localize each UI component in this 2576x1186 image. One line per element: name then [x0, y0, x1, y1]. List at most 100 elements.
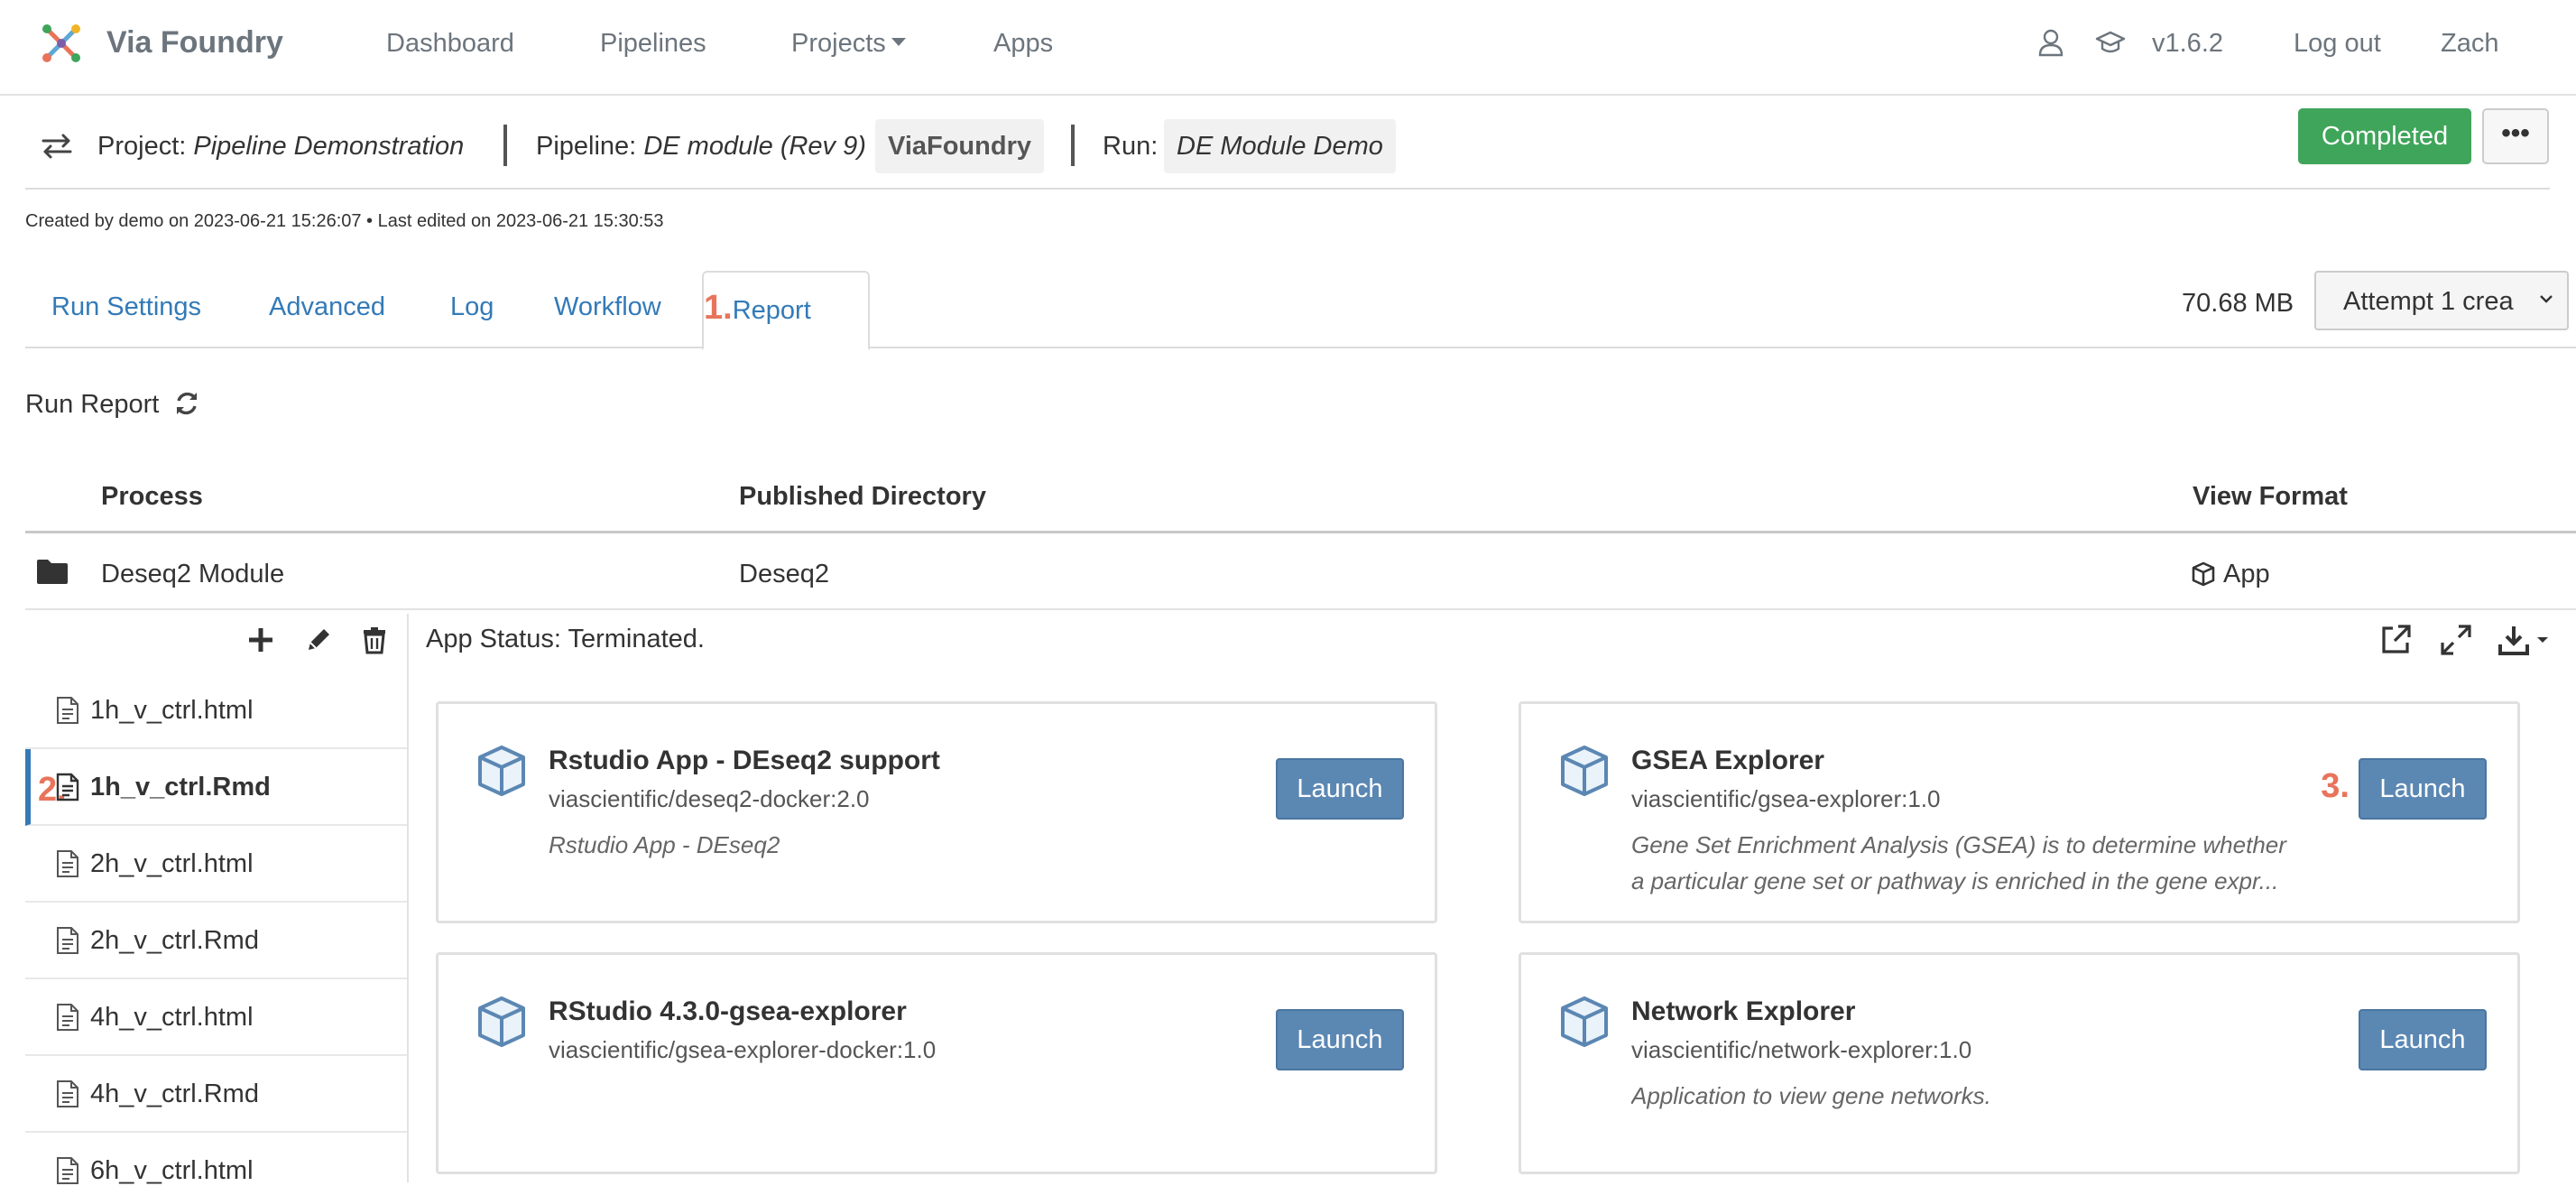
run-label: Run:: [1103, 132, 1159, 161]
brand-name[interactable]: Via Foundry: [106, 25, 283, 60]
nav-apps[interactable]: Apps: [993, 29, 1053, 59]
divider: [25, 608, 2576, 610]
app-description-line: a particular gene set or pathway is enri…: [1631, 867, 2279, 894]
file-item[interactable]: 2h_v_ctrl.html: [25, 826, 407, 903]
user-name[interactable]: Zach: [2441, 29, 2498, 59]
run-name[interactable]: DE Module Demo: [1164, 119, 1396, 173]
file-name: 4h_v_ctrl.Rmd: [90, 1079, 259, 1108]
pipeline-name[interactable]: DE module (Rev 9): [643, 132, 866, 161]
status-completed-button[interactable]: Completed: [2298, 108, 2471, 164]
app-card: Rstudio App - DEseq2 support viascientif…: [436, 701, 1437, 923]
launch-button[interactable]: Launch: [1276, 758, 1404, 820]
via-foundry-logo-icon[interactable]: [40, 22, 83, 65]
version-label: v1.6.2: [2152, 29, 2223, 58]
plus-icon[interactable]: [245, 625, 276, 655]
trash-icon[interactable]: [359, 625, 390, 655]
app-card: GSEA Explorer viascientific/gsea-explore…: [1519, 701, 2520, 923]
launch-button[interactable]: Launch: [1276, 1009, 1404, 1070]
tab-log[interactable]: Log: [450, 292, 494, 322]
divider: [25, 531, 2576, 533]
app-description-line: Application to view gene networks.: [1631, 1082, 1991, 1109]
top-navbar: Via Foundry Dashboard Pipelines Projects…: [0, 0, 2576, 96]
col-view-format: View Format: [2193, 482, 2348, 511]
pipeline-owner-badge: ViaFoundry: [875, 119, 1044, 173]
logout-link[interactable]: Log out: [2294, 29, 2381, 59]
attempt-select[interactable]: Attempt 1 crea: [2314, 271, 2569, 330]
file-item-active[interactable]: 2. 1h_v_ctrl.Rmd: [25, 749, 407, 826]
file-name: 2h_v_ctrl.Rmd: [90, 926, 259, 955]
app-description: Application to view gene networks.: [1631, 1078, 2317, 1114]
cube-icon: [1561, 746, 1608, 796]
tab-report-label: Report: [732, 296, 811, 325]
cube-icon: [478, 996, 525, 1047]
file-text-icon: [57, 1004, 78, 1031]
project-info: Project: Pipeline Demonstration: [97, 132, 464, 162]
tab-run-settings[interactable]: Run Settings: [51, 292, 201, 322]
file-item[interactable]: 4h_v_ctrl.Rmd: [25, 1056, 407, 1133]
app-description-line: Gene Set Enrichment Analysis (GSEA) is t…: [1631, 831, 2286, 858]
tab-advanced[interactable]: Advanced: [269, 292, 385, 322]
file-text-icon: [57, 1157, 78, 1184]
app-title: GSEA Explorer: [1631, 746, 1824, 775]
pipeline-info: Pipeline: DE module (Rev 9): [536, 132, 866, 162]
created-edited-meta: Created by demo on 2023-06-21 15:26:07 •…: [25, 211, 664, 231]
file-item[interactable]: 6h_v_ctrl.html: [25, 1133, 407, 1185]
expand-icon[interactable]: [2439, 623, 2473, 657]
app-card: Network Explorer viascientific/network-e…: [1519, 952, 2520, 1174]
file-text-icon: [57, 927, 78, 954]
project-name[interactable]: Pipeline Demonstration: [193, 132, 464, 161]
divider: [1071, 125, 1075, 166]
app-description: Gene Set Enrichment Analysis (GSEA) is t…: [1631, 827, 2317, 899]
published-directory: Deseq2: [739, 560, 829, 588]
nav-pipelines[interactable]: Pipelines: [600, 29, 706, 59]
cube-icon: [1561, 996, 1608, 1047]
col-published-directory: Published Directory: [739, 482, 986, 511]
nav-dashboard[interactable]: Dashboard: [386, 29, 514, 59]
user-profile-icon[interactable]: [2036, 27, 2066, 58]
project-label: Project:: [97, 132, 187, 161]
panel-divider: [407, 614, 409, 1182]
project-bar: Project: Pipeline Demonstration Pipeline…: [25, 119, 2552, 173]
refresh-icon[interactable]: [173, 390, 200, 417]
nav-projects-dropdown[interactable]: Projects: [791, 29, 906, 59]
graduation-cap-icon[interactable]: [2095, 27, 2126, 58]
pipeline-label: Pipeline:: [536, 132, 637, 161]
step-marker-3: 3.: [2321, 767, 2350, 805]
cube-icon: [2192, 561, 2215, 587]
app-image: viascientific/deseq2-docker:2.0: [549, 785, 870, 812]
file-name: 1h_v_ctrl.html: [90, 696, 254, 725]
file-item[interactable]: 4h_v_ctrl.html: [25, 979, 407, 1056]
app-card: RStudio 4.3.0-gsea-explorer viascientifi…: [436, 952, 1437, 1174]
app-status: App Status: Terminated.: [426, 625, 705, 653]
process-name[interactable]: Deseq2 Module: [101, 560, 284, 589]
step-marker-1: 1.: [704, 289, 733, 327]
external-link-icon[interactable]: [2378, 623, 2413, 657]
view-format-value[interactable]: App: [2223, 560, 2270, 589]
file-name: 2h_v_ctrl.html: [90, 849, 254, 878]
app-image: viascientific/gsea-explorer:1.0: [1631, 785, 1941, 812]
more-options-button[interactable]: •••: [2482, 108, 2549, 164]
pencil-icon[interactable]: [303, 625, 334, 655]
caret-down-icon: [891, 37, 906, 46]
app-title: Network Explorer: [1631, 996, 1856, 1026]
tab-workflow[interactable]: Workflow: [554, 292, 661, 322]
folder-icon[interactable]: [36, 558, 69, 585]
file-item[interactable]: 1h_v_ctrl.html: [25, 672, 407, 749]
file-text-icon: [57, 1080, 78, 1107]
nav-projects-label: Projects: [791, 29, 886, 58]
divider: [25, 188, 2550, 190]
tab-report[interactable]: 1.Report: [704, 289, 811, 328]
switch-arrows-icon[interactable]: [40, 132, 74, 161]
run-report-title: Run Report: [25, 390, 160, 419]
file-name: 6h_v_ctrl.html: [90, 1156, 254, 1185]
launch-button[interactable]: Launch: [2359, 1009, 2487, 1070]
file-name: 4h_v_ctrl.html: [90, 1003, 254, 1032]
file-name: 1h_v_ctrl.Rmd: [90, 773, 271, 801]
file-item[interactable]: 2h_v_ctrl.Rmd: [25, 903, 407, 979]
launch-button[interactable]: Launch: [2359, 758, 2487, 820]
file-text-icon: [57, 850, 78, 877]
app-title: RStudio 4.3.0-gsea-explorer: [549, 996, 907, 1026]
app-image: viascientific/network-explorer:1.0: [1631, 1036, 1972, 1063]
divider: [503, 125, 507, 166]
download-icon[interactable]: [2498, 623, 2552, 657]
